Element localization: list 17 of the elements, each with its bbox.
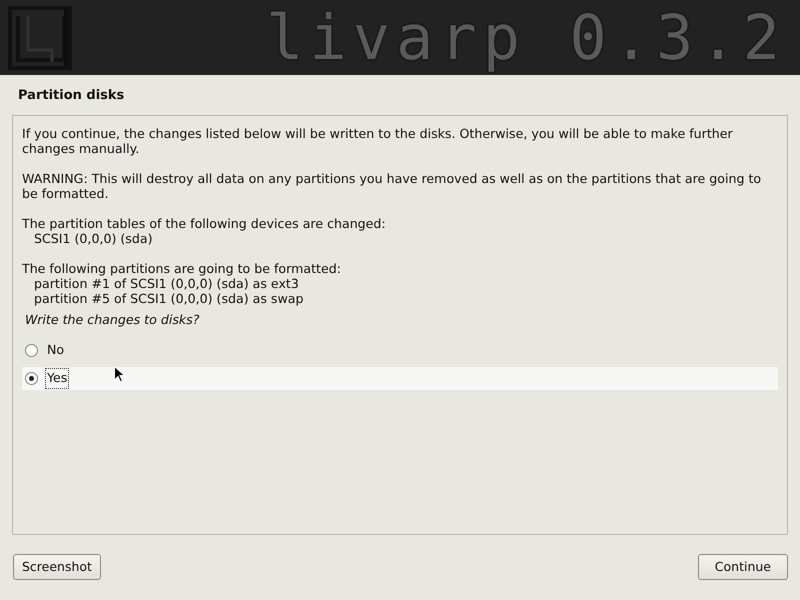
radio-option[interactable]: No xyxy=(22,339,778,362)
message-text: The following partitions are going to be formatted: xyxy=(22,260,342,276)
list-item: partition #1 of SCSI1 (0,0,0) (sda) as ext3 xyxy=(33,276,300,290)
question-text: Write the changes to disks? xyxy=(25,310,200,329)
cursor-icon xyxy=(114,366,125,382)
radio-button[interactable] xyxy=(25,372,38,386)
list-item: SCSI1 (0,0,0) (sda) xyxy=(33,230,154,246)
page-title: Partition disks xyxy=(18,87,126,105)
logo-icon xyxy=(8,6,72,70)
action-button[interactable]: Continue xyxy=(698,554,788,580)
radio-option[interactable]: Yes xyxy=(22,367,778,390)
radio-button[interactable] xyxy=(25,344,38,358)
message-text: If you continue, the changes listed below will be written to the disks. Otherwise, you will be able to make further changes manually. xyxy=(22,126,734,156)
message-text: WARNING: This will destroy all data on any partitions you have removed as well as on the partitions that are going to be formatted. xyxy=(22,170,762,200)
list-item: partition #5 of SCSI1 (0,0,0) (sda) as swap xyxy=(33,290,305,306)
message-text: The partition tables of the following devices are changed: xyxy=(22,216,387,230)
action-button[interactable]: Screenshot xyxy=(13,554,101,580)
